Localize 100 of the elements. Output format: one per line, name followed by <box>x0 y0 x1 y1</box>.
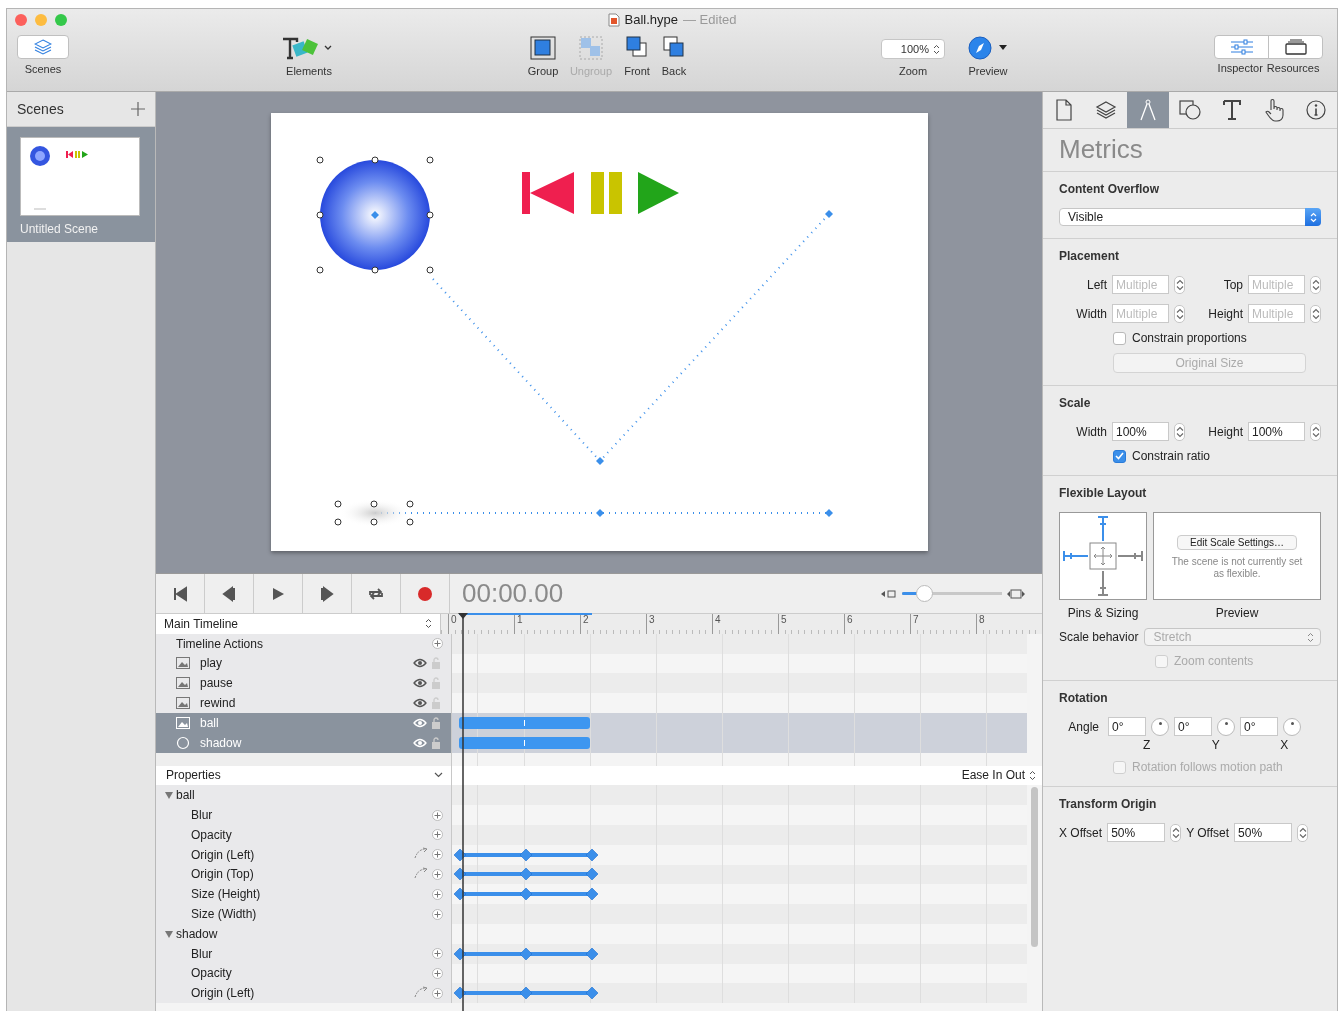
add-keyframe-icon[interactable] <box>432 967 443 979</box>
input-field[interactable]: 50% <box>1234 823 1293 842</box>
property-row[interactable]: Origin (Left) <box>156 983 1042 1004</box>
property-row[interactable]: Blur <box>156 943 1042 964</box>
stepper-control[interactable] <box>1297 823 1309 842</box>
group-icon[interactable] <box>528 35 558 61</box>
loop-icon <box>368 585 384 602</box>
input-field[interactable]: Multiple <box>1112 304 1169 323</box>
add-keyframe-icon[interactable] <box>432 849 443 861</box>
checkbox[interactable] <box>1113 449 1126 463</box>
preview-note: The scene is not currently set as flexible. <box>1170 556 1304 580</box>
input-field[interactable]: Multiple <box>1248 275 1305 294</box>
keyframe-track[interactable] <box>454 887 598 902</box>
add-keyframe-icon[interactable] <box>432 809 443 821</box>
angle-field[interactable]: 0° <box>1108 717 1146 736</box>
property-row[interactable]: Opacity <box>156 824 1042 845</box>
animation-bar[interactable] <box>459 716 590 729</box>
rotation-dial[interactable] <box>1151 717 1169 736</box>
keyframe-track[interactable] <box>454 867 598 882</box>
panel-toggle[interactable] <box>1214 35 1323 59</box>
property-row[interactable]: Opacity <box>156 963 1042 984</box>
document-icon[interactable] <box>1055 99 1073 121</box>
animation-bar[interactable] <box>459 736 590 749</box>
layers-icon[interactable] <box>1095 100 1117 120</box>
add-keyframe-icon[interactable] <box>432 638 443 650</box>
zoom-field[interactable]: 100% <box>881 39 945 59</box>
layer-name: shadow <box>199 735 243 750</box>
property-name: Size (Height) <box>191 887 262 902</box>
text-icon[interactable] <box>1222 99 1242 121</box>
add-keyframe-icon[interactable] <box>432 868 443 880</box>
lock-icon[interactable] <box>431 716 441 729</box>
angle-field[interactable]: 0° <box>1174 717 1212 736</box>
input-field[interactable]: Multiple <box>1248 304 1305 323</box>
rotation-dial[interactable] <box>1217 717 1235 736</box>
stepper-control[interactable] <box>1310 422 1321 441</box>
shapes-icon[interactable] <box>1178 99 1202 121</box>
input-field[interactable]: 50% <box>1107 823 1166 842</box>
scrollbar[interactable] <box>1031 787 1038 947</box>
add-icon[interactable] <box>131 102 145 116</box>
property-name: Opacity <box>191 966 233 981</box>
playhead[interactable] <box>458 613 468 1011</box>
info-icon[interactable] <box>1305 99 1327 121</box>
close-button[interactable] <box>15 14 27 26</box>
eye-icon[interactable] <box>413 658 427 669</box>
play-icon[interactable] <box>638 172 679 214</box>
checkbox[interactable] <box>1113 331 1126 345</box>
input-field[interactable]: Multiple <box>1112 275 1169 294</box>
keyframe-track[interactable] <box>454 847 598 862</box>
property-name: Size (Width) <box>191 907 258 922</box>
stepper-control[interactable] <box>1174 275 1185 294</box>
layer-row[interactable]: rewind <box>156 693 1042 713</box>
input-field[interactable]: 100% <box>1112 422 1169 441</box>
stepper-icon <box>1029 769 1036 781</box>
add-keyframe-icon[interactable] <box>432 908 443 920</box>
pins-diagram[interactable] <box>1059 512 1147 600</box>
lock-icon[interactable] <box>431 736 441 749</box>
property-row[interactable]: Blur <box>156 805 1042 825</box>
compass-icon[interactable] <box>1139 99 1157 121</box>
rotation-dial[interactable] <box>1283 717 1301 736</box>
properties-selector[interactable]: Properties <box>156 765 452 786</box>
toolbar-label: Preview <box>968 65 1008 77</box>
property-row[interactable]: Origin (Top) <box>156 864 1042 885</box>
stepper-control[interactable] <box>1310 304 1321 323</box>
add-keyframe-icon[interactable] <box>432 987 443 999</box>
timeline-selector[interactable]: Main Timeline <box>156 614 441 634</box>
rewind-icon[interactable] <box>522 172 574 214</box>
input-field[interactable]: 100% <box>1248 422 1305 441</box>
overflow-select[interactable]: Visible <box>1059 208 1321 226</box>
inspector-heading: Metrics <box>1043 129 1337 172</box>
keyframe-track[interactable] <box>454 986 598 1001</box>
add-keyframe-icon[interactable] <box>432 829 443 841</box>
scenes-button[interactable] <box>17 35 69 59</box>
stepper-control[interactable] <box>1170 823 1182 842</box>
eye-icon[interactable] <box>413 698 427 709</box>
eye-icon[interactable] <box>413 678 427 689</box>
property-row[interactable]: Size (Width) <box>156 904 1042 924</box>
property-name: Blur <box>191 808 214 823</box>
keyframe-track[interactable] <box>454 946 598 961</box>
toolbar-label: Elements <box>286 65 332 77</box>
stepper-control[interactable] <box>1310 275 1321 294</box>
stepper-icon <box>1307 631 1314 643</box>
property-row[interactable]: Size (Height) <box>156 884 1042 905</box>
edit-scale-button[interactable]: Edit Scale Settings… <box>1177 535 1297 550</box>
chevron-down-icon <box>434 772 443 779</box>
disclosure-triangle-icon[interactable] <box>164 928 174 939</box>
add-keyframe-icon[interactable] <box>432 888 443 900</box>
easing-selector[interactable]: Ease In Out <box>452 765 1042 786</box>
add-keyframe-icon[interactable] <box>432 948 443 960</box>
compass-icon[interactable] <box>966 35 1010 61</box>
layer-row[interactable]: play <box>156 653 1042 674</box>
ball-drawing[interactable] <box>316 156 434 274</box>
layer-row[interactable]: pause <box>156 673 1042 694</box>
disclosure-triangle-icon[interactable] <box>164 790 174 801</box>
stepper-control[interactable] <box>1174 304 1185 323</box>
property-row[interactable]: Origin (Left) <box>156 844 1042 865</box>
shadow-drawing[interactable] <box>334 499 414 527</box>
pins-label: Pins & Sizing <box>1066 606 1140 620</box>
angle-field[interactable]: 0° <box>1240 717 1278 736</box>
stepper-control[interactable] <box>1174 422 1185 441</box>
hand-pointer-icon[interactable] <box>1263 98 1285 122</box>
